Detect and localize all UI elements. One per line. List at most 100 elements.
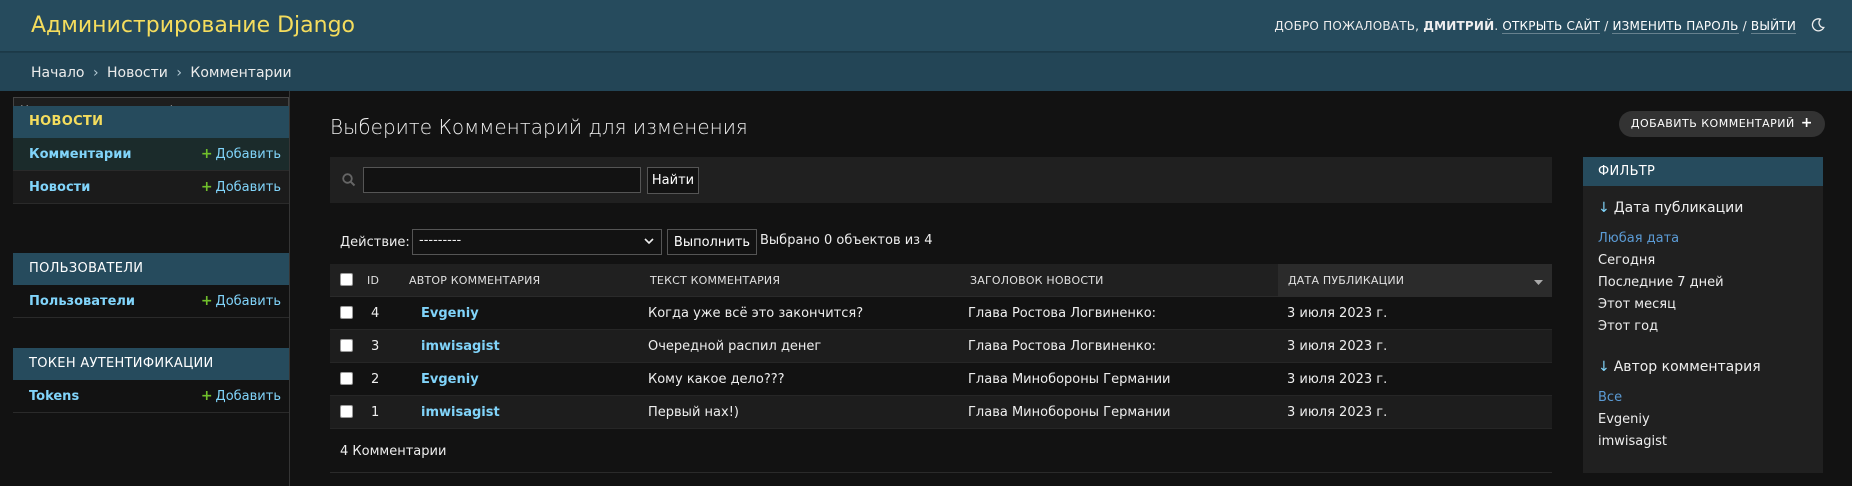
- welcome-text: ДОБРО ПОЖАЛОВАТЬ,: [1274, 19, 1420, 33]
- change-password-link[interactable]: ИЗМЕНИТЬ ПАРОЛЬ: [1612, 19, 1739, 34]
- filter-heading-label: Автор комментария: [1613, 359, 1761, 375]
- cell-date: 3 июля 2023 г.: [1287, 306, 1388, 321]
- app-module-tokens: ТОКЕН АУТЕНТИФИКАЦИИ Tokens + Добавить: [13, 348, 289, 413]
- filter-heading-date[interactable]: ↓ Дата публикации: [1598, 200, 1743, 216]
- select-all-checkbox[interactable]: [340, 273, 353, 286]
- sidebar-item-label[interactable]: Новости: [29, 180, 90, 195]
- search-toolbar: Найти: [330, 157, 1552, 203]
- app-caption-tokens[interactable]: ТОКЕН АУТЕНТИФИКАЦИИ: [13, 348, 289, 380]
- filter-option-last-7-days[interactable]: Последние 7 дней: [1598, 275, 1724, 290]
- moon-icon[interactable]: [1810, 17, 1826, 33]
- cell-text: Когда уже всё это закончится?: [648, 306, 864, 321]
- row-checkbox[interactable]: [340, 405, 353, 418]
- search-button[interactable]: Найти: [647, 167, 699, 194]
- add-comment-button-label: ДОБАВИТЬ КОММЕНТАРИЙ: [1630, 117, 1795, 130]
- cell-author-link[interactable]: Evgeniy: [421, 372, 479, 387]
- action-label: Действие:: [340, 235, 410, 250]
- table-row: 1 imwisagist Первый нах!) Глава Миноборо…: [330, 396, 1552, 429]
- sidebar-item-label[interactable]: Комментарии: [29, 147, 131, 162]
- page-title: Выберите Комментарий для изменения: [330, 115, 748, 139]
- breadcrumb-app[interactable]: Новости: [107, 65, 168, 81]
- cell-news: Глава Минобороны Германии: [968, 372, 1171, 387]
- filter-option-this-month[interactable]: Этот месяц: [1598, 297, 1676, 312]
- run-action-button[interactable]: Выполнить: [667, 229, 757, 255]
- site-brand[interactable]: Администрирование Django: [31, 13, 355, 38]
- action-select[interactable]: ---------: [412, 229, 662, 255]
- sidebar-item-tokens[interactable]: Tokens + Добавить: [13, 380, 289, 413]
- filter-option-all[interactable]: Все: [1598, 390, 1622, 405]
- search-input[interactable]: [363, 167, 641, 193]
- app-module-users: ПОЛЬЗОВАТЕЛИ Пользователи + Добавить: [13, 253, 289, 318]
- cell-id: 2: [371, 372, 380, 387]
- table-row: 2 Evgeniy Кому какое дело??? Глава Миноб…: [330, 363, 1552, 396]
- column-header-text[interactable]: ТЕКСТ КОММЕНТАРИЯ: [650, 274, 780, 287]
- column-header-id[interactable]: ID: [367, 274, 379, 287]
- cell-date: 3 июля 2023 г.: [1287, 405, 1388, 420]
- add-label: Добавить: [215, 180, 281, 195]
- sort-descending-icon[interactable]: [1534, 276, 1543, 285]
- sidebar-item-news[interactable]: Новости + Добавить: [13, 171, 289, 204]
- row-checkbox[interactable]: [340, 339, 353, 352]
- breadcrumb-current: Комментарии: [190, 65, 292, 81]
- plus-icon: +: [200, 293, 213, 309]
- filter-option-any-date[interactable]: Любая дата: [1598, 231, 1679, 246]
- user-tools: ДОБРО ПОЖАЛОВАТЬ, ДМИТРИЙ. ОТКРЫТЬ САЙТ …: [1274, 19, 1796, 34]
- add-comment-button[interactable]: ДОБАВИТЬ КОММЕНТАРИЙ +: [1618, 111, 1825, 137]
- separator: /: [1742, 19, 1747, 33]
- column-header-date[interactable]: ДАТА ПУБЛИКАЦИИ: [1288, 274, 1404, 287]
- sidebar-item-comments[interactable]: Комментарии + Добавить: [13, 138, 289, 171]
- cell-text: Кому какое дело???: [648, 372, 785, 387]
- plus-icon: +: [200, 146, 213, 162]
- cell-author-link[interactable]: imwisagist: [421, 339, 500, 354]
- breadcrumb: Начало › Новости › Комментарии: [0, 52, 1852, 91]
- add-news-link[interactable]: + Добавить: [201, 179, 281, 195]
- arrow-down-icon: ↓: [1598, 200, 1610, 216]
- row-checkbox[interactable]: [340, 306, 353, 319]
- column-header-author[interactable]: АВТОР КОММЕНТАРИЯ: [409, 274, 540, 287]
- arrow-down-icon: ↓: [1598, 359, 1610, 375]
- filter-option-author[interactable]: imwisagist: [1598, 434, 1667, 449]
- add-comment-link[interactable]: + Добавить: [201, 146, 281, 162]
- filter-option-this-year[interactable]: Этот год: [1598, 319, 1658, 334]
- add-label: Добавить: [215, 294, 281, 309]
- app-caption-users[interactable]: ПОЛЬЗОВАТЕЛИ: [13, 253, 289, 285]
- filter-option-author[interactable]: Evgeniy: [1598, 412, 1650, 427]
- search-icon: [341, 172, 357, 188]
- actions-bar: Действие: --------- Выполнить Выбрано 0 …: [330, 225, 1552, 261]
- cell-author-link[interactable]: imwisagist: [421, 405, 500, 420]
- separator: /: [1604, 19, 1609, 33]
- logout-link[interactable]: ВЫЙТИ: [1750, 19, 1796, 34]
- username: ДМИТРИЙ: [1423, 19, 1495, 33]
- breadcrumb-home[interactable]: Начало: [31, 65, 84, 81]
- cell-date: 3 июля 2023 г.: [1287, 339, 1388, 354]
- cell-news: Глава Ростова Логвиненко:: [968, 306, 1157, 321]
- nav-sidebar: НОВОСТИ Комментарии +Добавить Новости +Д…: [0, 91, 290, 486]
- add-user-link[interactable]: + Добавить: [201, 293, 281, 309]
- add-token-link[interactable]: + Добавить: [201, 388, 281, 404]
- cell-text: Очередной распил денег: [648, 339, 822, 354]
- breadcrumb-separator: ›: [92, 65, 99, 81]
- sidebar-item-label[interactable]: Tokens: [29, 389, 79, 404]
- breadcrumb-separator: ›: [176, 65, 182, 81]
- column-header-news[interactable]: ЗАГОЛОВОК НОВОСТИ: [970, 274, 1104, 287]
- filter-option-today[interactable]: Сегодня: [1598, 253, 1655, 268]
- cell-author-link[interactable]: Evgeniy: [421, 306, 479, 321]
- app-module-news: НОВОСТИ Комментарии + Добавить Новости + Д…: [13, 106, 289, 204]
- cell-text: Первый нах!): [648, 405, 739, 420]
- chevron-down-icon: [643, 235, 655, 247]
- row-checkbox[interactable]: [340, 372, 353, 385]
- add-label: Добавить: [215, 389, 281, 404]
- table-header: ID АВТОР КОММЕНТАРИЯ ТЕКСТ КОММЕНТАРИЯ З…: [330, 264, 1552, 297]
- table-row: 4 Evgeniy Когда уже всё это закончится? …: [330, 297, 1552, 330]
- sidebar-item-users[interactable]: Пользователи + Добавить: [13, 285, 289, 318]
- cell-id: 4: [371, 306, 380, 321]
- cell-id: 3: [371, 339, 380, 354]
- action-counter: Выбрано 0 объектов из 4: [760, 233, 933, 248]
- sidebar-item-label[interactable]: Пользователи: [29, 294, 135, 309]
- cell-news: Глава Минобороны Германии: [968, 405, 1171, 420]
- plus-icon: +: [200, 388, 213, 404]
- view-site-link[interactable]: ОТКРЫТЬ САЙТ: [1502, 19, 1601, 34]
- filter-heading-author[interactable]: ↓ Автор комментария: [1598, 359, 1761, 375]
- cell-date: 3 июля 2023 г.: [1287, 372, 1388, 387]
- app-caption-news[interactable]: НОВОСТИ: [13, 106, 289, 138]
